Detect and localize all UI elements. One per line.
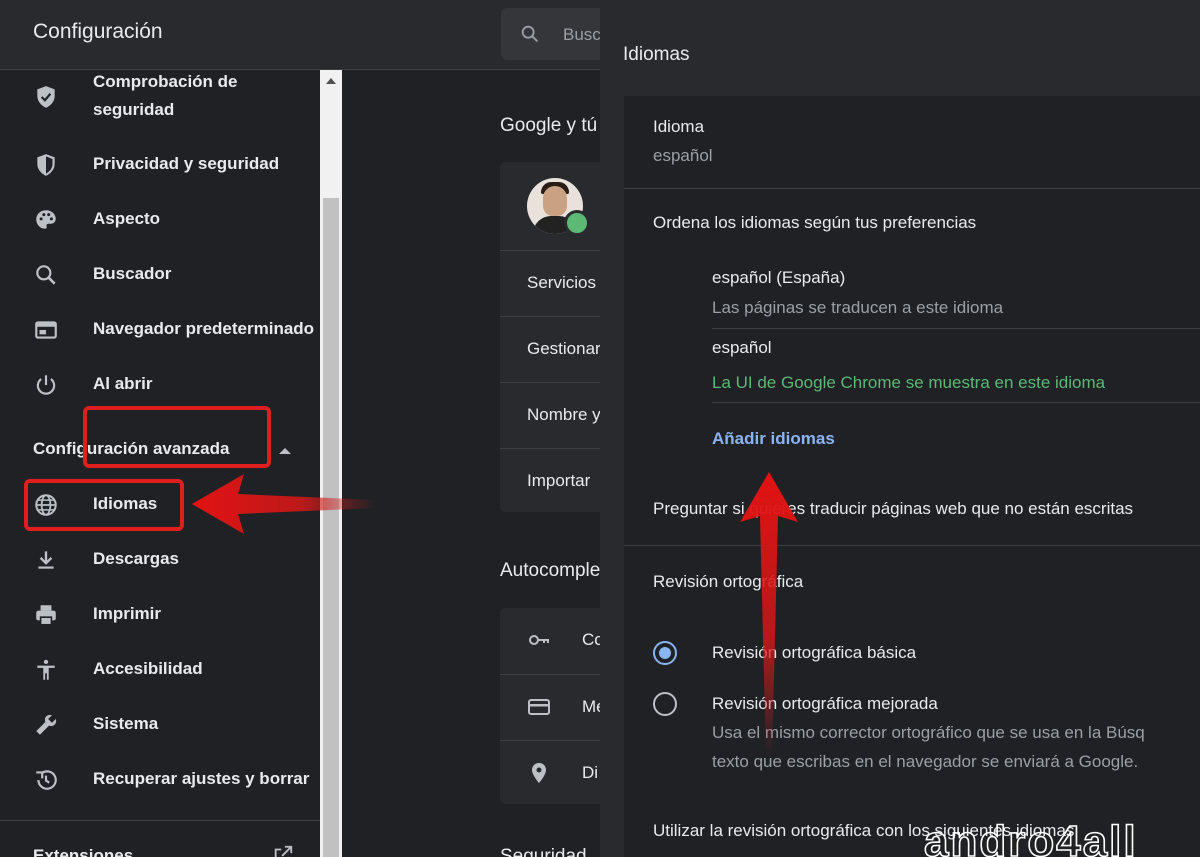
restore-icon	[36, 770, 57, 790]
list-item-label: Importar	[527, 471, 591, 490]
sidebar-item-search-engine[interactable]: Buscador	[0, 250, 320, 300]
language-list-item[interactable]: español (España) Las páginas se traducen…	[712, 258, 1200, 326]
search-icon	[521, 25, 539, 43]
highlight-box	[83, 406, 271, 468]
section-title: Google y tú	[500, 115, 598, 136]
section-title: Seguridad	[500, 846, 587, 857]
sidebar-item-label: Recuperar ajustes y borrar	[93, 769, 310, 788]
radio-button[interactable]	[653, 692, 677, 716]
highlight-box	[24, 479, 184, 531]
sidebar-item-safety-check[interactable]: Comprobación de seguridad	[0, 70, 320, 130]
list-item-label: Gestionar	[527, 339, 601, 358]
open-in-new-icon	[274, 845, 293, 857]
browser-icon	[35, 321, 57, 339]
panel-title: Idiomas	[623, 44, 690, 65]
sidebar-item-label: Privacidad y seguridad	[93, 154, 280, 173]
divider	[624, 188, 1200, 189]
sidebar-item-print[interactable]: Imprimir	[0, 590, 320, 640]
language-label: Idioma	[653, 117, 705, 136]
scroll-up-arrow-icon[interactable]	[323, 74, 339, 88]
list-item-label: Di	[582, 763, 599, 782]
translate-prompt: Preguntar si quieres traducir páginas we…	[653, 499, 1134, 518]
sidebar-item-label: Descargas	[93, 549, 180, 568]
search-placeholder: Busc	[563, 25, 601, 44]
sidebar-item-label: Extensiones	[33, 846, 134, 857]
caret-up-icon[interactable]	[278, 446, 292, 456]
language-value[interactable]: español	[653, 146, 713, 166]
settings-main-content: Google y tú Servicios Gestionar Nombre y…	[342, 70, 620, 857]
page-title: Configuración	[33, 20, 163, 43]
sidebar-item-appearance[interactable]: Aspecto	[0, 195, 320, 245]
download-icon	[38, 551, 54, 569]
sidebar-item-downloads[interactable]: Descargas	[0, 535, 320, 585]
sidebar-item-extensions[interactable]: Extensiones	[0, 830, 320, 857]
sidebar-item-label: Sistema	[93, 714, 159, 733]
red-arrow-left-icon	[192, 474, 376, 534]
language-name: español	[712, 338, 772, 357]
language-list-item[interactable]: español La UI de Google Chrome se muestr…	[712, 332, 1200, 400]
sidebar-item-reset[interactable]: Recuperar ajustes y borrar	[0, 755, 320, 805]
order-label: Ordena los idiomas según tus preferencia…	[653, 213, 977, 232]
printer-icon	[36, 605, 56, 626]
power-icon	[36, 375, 56, 395]
sidebar-item-privacy[interactable]: Privacidad y seguridad	[0, 140, 320, 190]
sidebar-item-label: Al abrir	[93, 374, 153, 393]
sidebar-item-label: Accesibilidad	[93, 659, 203, 678]
key-icon	[529, 635, 549, 645]
list-item-label: Nombre y	[527, 405, 601, 424]
section-title: Autocomple	[500, 560, 601, 581]
sidebar-item-label: Navegador predeterminado	[93, 319, 315, 338]
credit-card-icon	[528, 699, 550, 715]
sidebar-item-label: Aspecto	[93, 209, 161, 228]
radio-enhanced-spellcheck[interactable]: Revisión ortográfica mejorada Usa el mis…	[653, 689, 1200, 779]
svg-text:andro4all: andro4all	[924, 817, 1138, 857]
list-item-label: Servicios	[527, 273, 596, 292]
location-pin-icon	[532, 763, 546, 783]
settings-header: Configuración Busc	[0, 0, 621, 70]
sidebar-item-label: Buscador	[93, 264, 172, 283]
languages-panel: Idiomas Idioma español Ordena los idioma…	[600, 0, 1200, 857]
radio-button-selected[interactable]	[653, 641, 677, 665]
sidebar-item-system[interactable]: Sistema	[0, 700, 320, 750]
sidebar-item-label: Imprimir	[93, 604, 162, 623]
divider	[712, 328, 1200, 329]
wrench-icon	[36, 714, 57, 735]
palette-icon	[36, 210, 56, 229]
language-note: La UI de Google Chrome se muestra en est…	[712, 373, 1106, 392]
sync-icon	[564, 210, 590, 236]
search-icon	[36, 265, 56, 285]
radio-basic-spellcheck[interactable]: Revisión ortográfica básica	[653, 638, 1153, 668]
add-languages-button[interactable]: Añadir idiomas	[712, 429, 835, 449]
sidebar-item-accessibility[interactable]: Accesibilidad	[0, 645, 320, 695]
shield-check-icon	[37, 86, 55, 108]
sidebar-item-label-line2: seguridad	[93, 100, 175, 119]
sidebar-item-label: Comprobación de	[93, 72, 238, 91]
red-arrow-up-icon	[740, 472, 798, 758]
sidebar-item-on-startup[interactable]: Al abrir	[0, 360, 320, 410]
sidebar-divider	[0, 820, 320, 821]
shield-icon	[37, 154, 55, 176]
sidebar-scrollbar[interactable]	[320, 70, 342, 857]
language-name: español (España)	[712, 268, 846, 287]
language-note: Las páginas se traducen a este idioma	[712, 298, 1004, 317]
accessibility-icon	[37, 659, 55, 680]
languages-card: Idioma español Ordena los idiomas según …	[624, 96, 1200, 857]
divider	[712, 402, 1200, 403]
divider	[624, 545, 1200, 546]
watermark-logo: andro4all	[920, 812, 1200, 857]
sidebar-item-default-browser[interactable]: Navegador predeterminado	[0, 305, 320, 355]
